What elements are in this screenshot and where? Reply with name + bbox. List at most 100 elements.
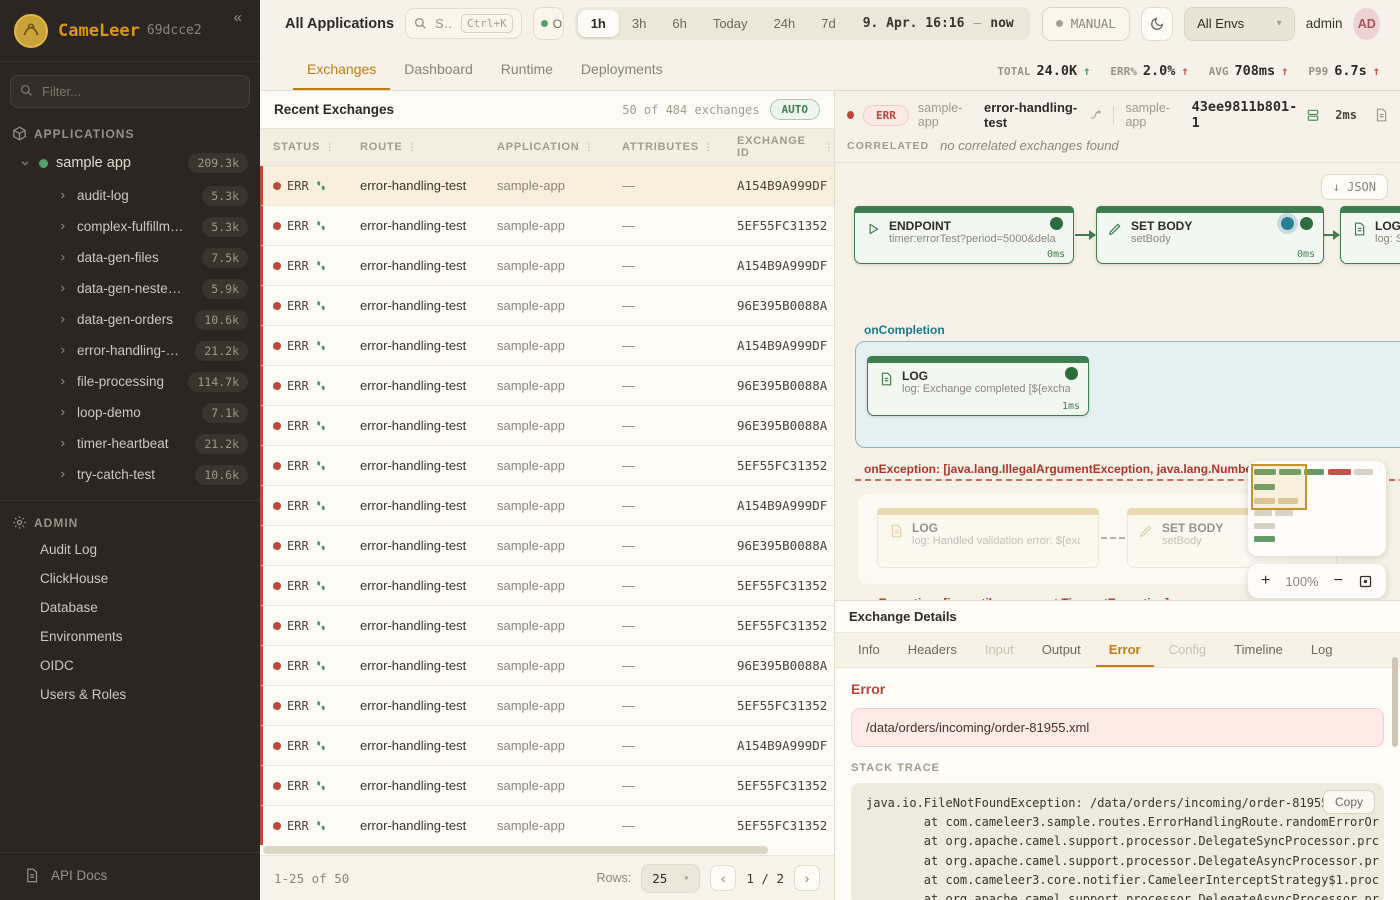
- time-range-button[interactable]: 24h: [761, 10, 809, 37]
- column-header[interactable]: EXCHANGE ID ⋮: [737, 135, 834, 159]
- live-status-button[interactable]: O: [533, 7, 564, 40]
- vertical-scrollbar-thumb[interactable]: [1392, 657, 1398, 747]
- minimap-viewport[interactable]: [1251, 464, 1307, 510]
- table-row[interactable]: ERR error-handling-test sample-app — 5EF…: [260, 446, 834, 486]
- details-tab[interactable]: Output: [1029, 633, 1094, 667]
- environment-select[interactable]: All Envs ▾: [1184, 7, 1295, 41]
- table-row[interactable]: ERR error-handling-test sample-app — 96E…: [260, 286, 834, 326]
- table-row[interactable]: ERR error-handling-test sample-app — 5EF…: [260, 806, 834, 845]
- details-tab[interactable]: Headers: [895, 633, 970, 667]
- search-input[interactable]: [433, 15, 455, 32]
- flow-node-completion-log[interactable]: LOG log: Exchange completed [${exchan 1m…: [867, 356, 1089, 416]
- date-range-display[interactable]: 9. Apr. 16:16 — now: [849, 16, 1028, 31]
- sidebar-route-item[interactable]: data-gen-orders 10.6k: [0, 304, 260, 335]
- chevron-right-icon: [58, 377, 69, 386]
- zoom-in-button[interactable]: +: [1261, 572, 1270, 590]
- admin-header-label: ADMIN: [34, 516, 78, 530]
- sidebar-route-item[interactable]: timer-heartbeat 21.2k: [0, 428, 260, 459]
- column-header[interactable]: APPLICATION ⋮: [497, 141, 622, 153]
- exchange-id-cell: A154B9A999DF: [737, 338, 834, 353]
- nav-tab[interactable]: Exchanges: [293, 51, 390, 90]
- details-tab[interactable]: Error: [1096, 633, 1154, 667]
- admin-menu-item[interactable]: Database: [0, 593, 260, 622]
- nav-tab[interactable]: Deployments: [567, 51, 677, 90]
- sidebar-route-item[interactable]: audit-log 5.3k: [0, 180, 260, 211]
- sidebar-route-item[interactable]: error-handling-… 21.2k: [0, 335, 260, 366]
- details-tab[interactable]: Info: [845, 633, 893, 667]
- column-header[interactable]: ROUTE ⋮: [360, 141, 497, 153]
- table-row[interactable]: ERR error-handling-test sample-app — 96E…: [260, 366, 834, 406]
- time-range-button[interactable]: 3h: [619, 10, 659, 37]
- details-tab[interactable]: Log: [1298, 633, 1346, 667]
- table-row[interactable]: ERR error-handling-test sample-app — 5EF…: [260, 686, 834, 726]
- download-json-button[interactable]: ↓ JSON: [1321, 174, 1388, 200]
- user-avatar[interactable]: AD: [1353, 8, 1380, 40]
- flow-node-exception-log[interactable]: LOG log: Handled validation error: ${exc…: [877, 508, 1099, 568]
- sidebar-route-item[interactable]: complex-fulfillm… 5.3k: [0, 211, 260, 242]
- table-row[interactable]: ERR error-handling-test sample-app — 5EF…: [260, 766, 834, 806]
- status-label: ERR: [287, 779, 309, 793]
- table-row[interactable]: ERR error-handling-test sample-app — A15…: [260, 486, 834, 526]
- sidebar-collapse-button[interactable]: «: [228, 8, 248, 27]
- admin-menu-item[interactable]: ClickHouse: [0, 564, 260, 593]
- time-range-button[interactable]: Today: [700, 10, 761, 37]
- document-icon[interactable]: [1374, 108, 1388, 122]
- sidebar-item-sample-app[interactable]: sample app 209.3k: [0, 146, 260, 180]
- status-badge[interactable]: ERR: [863, 105, 909, 126]
- column-header[interactable]: ATTRIBUTES ⋮: [622, 141, 737, 153]
- details-tab[interactable]: Config: [1156, 633, 1220, 667]
- minimap[interactable]: [1248, 461, 1386, 556]
- table-row[interactable]: ERR error-handling-test sample-app — A15…: [260, 166, 834, 206]
- column-header[interactable]: STATUS ⋮: [273, 141, 360, 153]
- sidebar-route-item[interactable]: try-catch-test 10.6k: [0, 459, 260, 490]
- attributes-cell: —: [622, 818, 737, 833]
- manual-refresh-button[interactable]: MANUAL: [1042, 7, 1130, 41]
- fit-view-button[interactable]: [1358, 574, 1373, 589]
- time-range-button[interactable]: 7d: [808, 10, 848, 37]
- auto-refresh-badge[interactable]: AUTO: [770, 99, 821, 120]
- api-docs-link[interactable]: API Docs: [0, 852, 260, 900]
- table-row[interactable]: ERR error-handling-test sample-app — 96E…: [260, 526, 834, 566]
- admin-menu-item[interactable]: Audit Log: [0, 535, 260, 564]
- global-search[interactable]: Ctrl+K: [405, 8, 522, 39]
- details-tab[interactable]: Input: [972, 633, 1027, 667]
- flow-node-set-body[interactable]: SET BODY setBody 0ms: [1096, 206, 1324, 264]
- flow-node-endpoint[interactable]: ENDPOINT timer:errorTest?period=5000&del…: [854, 206, 1074, 264]
- admin-menu-item[interactable]: OIDC: [0, 651, 260, 680]
- time-range-button[interactable]: 1h: [578, 10, 619, 37]
- route-flow-canvas[interactable]: ↓ JSON ENDPOINT timer:errorTest?period=5…: [835, 163, 1400, 600]
- nav-tab[interactable]: Dashboard: [390, 51, 487, 90]
- details-tab[interactable]: Timeline: [1221, 633, 1296, 667]
- table-row[interactable]: ERR error-handling-test sample-app — A15…: [260, 326, 834, 366]
- sidebar-route-item[interactable]: loop-demo 7.1k: [0, 397, 260, 428]
- table-row[interactable]: ERR error-handling-test sample-app — A15…: [260, 726, 834, 766]
- main-area: All Applications Ctrl+K O 1h3h6hToday24h…: [260, 0, 1400, 900]
- rows-per-page-select[interactable]: 25 ▾: [641, 864, 700, 893]
- table-row[interactable]: ERR error-handling-test sample-app — A15…: [260, 246, 834, 286]
- admin-menu-item[interactable]: Users & Roles: [0, 680, 260, 709]
- nav-tab[interactable]: Runtime: [487, 51, 567, 90]
- sidebar-route-item[interactable]: data-gen-neste… 5.9k: [0, 273, 260, 304]
- footprints-icon: [315, 380, 327, 392]
- table-row[interactable]: ERR error-handling-test sample-app — 96E…: [260, 406, 834, 446]
- play-icon: [866, 222, 880, 236]
- admin-menu-item[interactable]: Environments: [0, 622, 260, 651]
- dark-mode-toggle[interactable]: [1141, 7, 1173, 41]
- flow-node-log[interactable]: LOG log: Sta: [1340, 206, 1400, 264]
- sidebar-route-item[interactable]: data-gen-files 7.5k: [0, 242, 260, 273]
- status-label: ERR: [287, 659, 309, 673]
- horizontal-scrollbar-thumb[interactable]: [263, 846, 768, 854]
- prev-page-button[interactable]: ‹: [710, 865, 736, 891]
- detail-route-label[interactable]: error-handling-test: [984, 100, 1101, 130]
- table-row[interactable]: ERR error-handling-test sample-app — 96E…: [260, 646, 834, 686]
- copy-icon[interactable]: [1306, 108, 1320, 122]
- next-page-button[interactable]: ›: [794, 865, 820, 891]
- zoom-out-button[interactable]: −: [1334, 572, 1343, 590]
- table-row[interactable]: ERR error-handling-test sample-app — 5EF…: [260, 206, 834, 246]
- table-row[interactable]: ERR error-handling-test sample-app — 5EF…: [260, 606, 834, 646]
- filter-input[interactable]: [10, 75, 250, 108]
- time-range-button[interactable]: 6h: [659, 10, 699, 37]
- sidebar-route-item[interactable]: file-processing 114.7k: [0, 366, 260, 397]
- copy-button[interactable]: Copy: [1323, 790, 1375, 814]
- table-row[interactable]: ERR error-handling-test sample-app — 5EF…: [260, 566, 834, 606]
